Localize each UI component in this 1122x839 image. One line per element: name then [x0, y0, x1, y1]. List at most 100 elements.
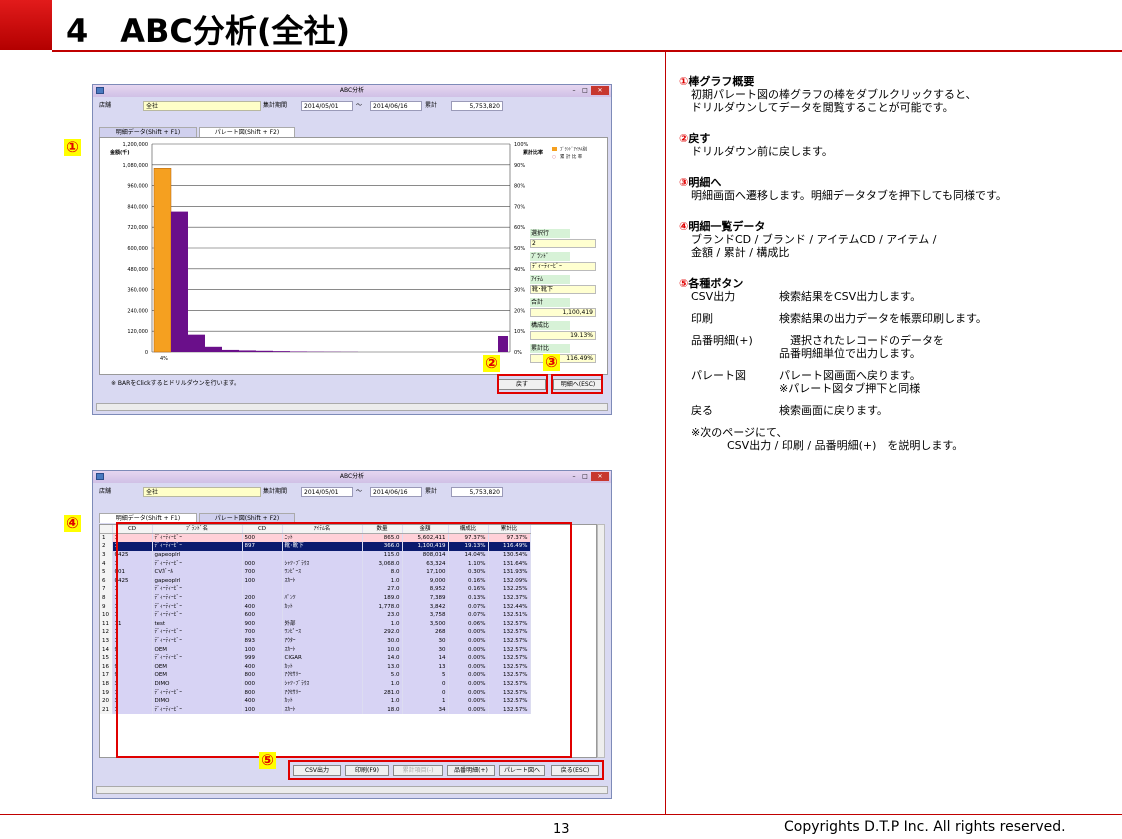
- tab-pareto[interactable]: パレート図(Shift + F2): [199, 127, 295, 137]
- table-cell: 7: [100, 585, 113, 594]
- button-description: 印刷 検索結果の出力データを帳票印刷します。: [679, 312, 1007, 325]
- explanation-notes: ①棒グラフ概要 初期パレート図の棒グラフの棒をダブルクリックすると、 ドリルダウンし…: [679, 75, 1007, 470]
- cum-ratio-value: 116.49%: [530, 354, 596, 363]
- note-5: ⑤各種ボタン CSV出力 検索結果をCSV出力します。 印刷 検索結果の出力データを帳票…: [679, 277, 1007, 452]
- table-cell: 13: [100, 636, 113, 646]
- button-description: CSV出力 検索結果をCSV出力します。: [679, 290, 1007, 303]
- tab-detail-data[interactable]: 明細データ(Shift + F1): [99, 127, 197, 137]
- explanation-line: 検索結果の出力データを帳票印刷します。: [779, 312, 987, 325]
- minimize-icon[interactable]: –: [569, 86, 579, 95]
- y2-tick-label: 0%: [514, 350, 522, 356]
- y-tick-label: 360,000: [127, 288, 148, 294]
- y2-tick-label: 70%: [514, 204, 525, 210]
- close-icon[interactable]: ✕: [591, 86, 609, 95]
- note-title: ③明細へ: [679, 176, 1007, 189]
- window-titlebar: ABC分析 – □ ✕: [93, 471, 611, 483]
- note-3: ③明細へ 明細画面へ遷移します。明細データタブを押下しても同様です。: [679, 176, 1007, 202]
- bar: [290, 351, 307, 352]
- bar: [171, 211, 188, 352]
- total-label: 累計: [425, 488, 438, 495]
- button-name: 戻る: [691, 404, 713, 417]
- marker-5: ⑤: [259, 752, 276, 769]
- button-explanation: 検索結果をCSV出力します。: [779, 290, 921, 303]
- table-cell: 12: [100, 628, 113, 637]
- header-rule: [52, 50, 1122, 52]
- y2-tick-label: 10%: [514, 329, 525, 335]
- y2-tick-label: 20%: [514, 308, 525, 314]
- note-line: ドリルダウンしてデータを閲覧することが可能です。: [691, 101, 954, 114]
- app-icon: [96, 87, 104, 94]
- table-cell: 6: [100, 576, 113, 586]
- store-field[interactable]: 全社: [143, 487, 261, 497]
- bar: [273, 351, 290, 352]
- bar: [256, 350, 273, 352]
- button-explanation: 検索画面に戻ります。: [779, 404, 888, 417]
- footnote: CSV出力 / 印刷 / 品番明細(+) を説明します。: [727, 439, 964, 452]
- table-cell: 4: [100, 559, 113, 568]
- y2-tick-label: 100%: [514, 142, 529, 148]
- explanation-line: パレート図画面へ戻ります。: [779, 369, 921, 382]
- page-number: 13: [553, 822, 570, 837]
- y-tick-label: 600,000: [127, 246, 148, 252]
- button-description: 品番明細(+) 選択されたレコードのデータを 品番明細単位で出力します。: [679, 334, 1007, 360]
- button-name: 印刷: [691, 312, 713, 325]
- copyright: Copyrights D.T.P Inc. All rights reserve…: [784, 819, 1066, 835]
- period-label: 集計期間: [263, 102, 288, 109]
- period-to-field[interactable]: 2014/06/16: [370, 101, 422, 111]
- close-icon[interactable]: ✕: [591, 472, 609, 481]
- legend-label: 累 計 比 率: [560, 153, 583, 160]
- y-tick-label: 1,200,000: [123, 142, 148, 148]
- period-to-field[interactable]: 2014/06/16: [370, 487, 422, 497]
- table-cell: 3: [100, 550, 113, 560]
- y-tick-label: 840,000: [127, 204, 148, 210]
- cum-ratio-label: 累計比: [530, 344, 570, 353]
- bar: [205, 346, 222, 352]
- button-explanation: パレート図画面へ戻ります。 ※パレート図タブ押下と同様: [779, 369, 921, 395]
- explanation-line: 品番明細単位で出力します。: [779, 347, 921, 360]
- note-title-text: 明細へ: [688, 176, 722, 189]
- y2-tick-label: 50%: [514, 246, 525, 252]
- table-cell: 16: [100, 662, 113, 672]
- table-cell: 17: [100, 671, 113, 680]
- total-label: 累計: [425, 102, 438, 109]
- y2-tick-label: 90%: [514, 163, 525, 169]
- note-title: ②戻す: [679, 132, 1007, 145]
- marker-box-back: [497, 374, 548, 394]
- bar: [222, 349, 239, 352]
- button-name: CSV出力: [691, 290, 736, 303]
- marker-2: ②: [483, 355, 500, 372]
- y-tick-label: 240,000: [127, 308, 148, 314]
- y2-tick-label: 40%: [514, 267, 525, 273]
- button-name: パレート図: [691, 369, 746, 382]
- button-description: 戻る 検索画面に戻ります。: [679, 404, 1007, 417]
- table-cell: 20: [100, 696, 113, 706]
- legend-label: ﾌﾞﾗﾝﾄﾞｱｲﾃﾑ別: [560, 146, 587, 153]
- brand-value: ﾃﾞｨｰﾃｨｰﾋﾞｰ: [530, 262, 596, 271]
- x-tick-label: 4%: [160, 356, 168, 362]
- marker-box-detail: [551, 374, 603, 394]
- marker-1: ①: [64, 139, 81, 156]
- y2-tick-label: 80%: [514, 184, 525, 190]
- store-field[interactable]: 全社: [143, 101, 261, 111]
- table-cell: 15: [100, 653, 113, 663]
- maximize-icon[interactable]: □: [580, 472, 590, 481]
- app-icon: [96, 473, 104, 480]
- status-bar: [96, 403, 608, 411]
- minimize-icon[interactable]: –: [569, 472, 579, 481]
- y-tick-label: 720,000: [127, 225, 148, 231]
- y2-tick-label: 30%: [514, 288, 525, 294]
- button-explanation: 選択されたレコードのデータを 品番明細単位で出力します。: [779, 334, 944, 360]
- explanation-line: 検索結果をCSV出力します。: [779, 290, 922, 303]
- period-from-field[interactable]: 2014/05/01: [301, 101, 353, 111]
- y-tick-label: 480,000: [127, 267, 148, 273]
- note-title-text: 明細一覧データ: [688, 220, 766, 233]
- note-title-text: 棒グラフ概要: [688, 75, 755, 88]
- maximize-icon[interactable]: □: [580, 86, 590, 95]
- period-from-field[interactable]: 2014/05/01: [301, 487, 353, 497]
- note-2: ②戻す ドリルダウン前に戻します。: [679, 132, 1007, 158]
- grid-scrollbar[interactable]: [597, 524, 605, 758]
- bar-last: [498, 336, 508, 352]
- period-tilde: ～: [356, 102, 363, 109]
- marker-3: ③: [543, 354, 560, 371]
- table-cell: 1: [100, 533, 113, 543]
